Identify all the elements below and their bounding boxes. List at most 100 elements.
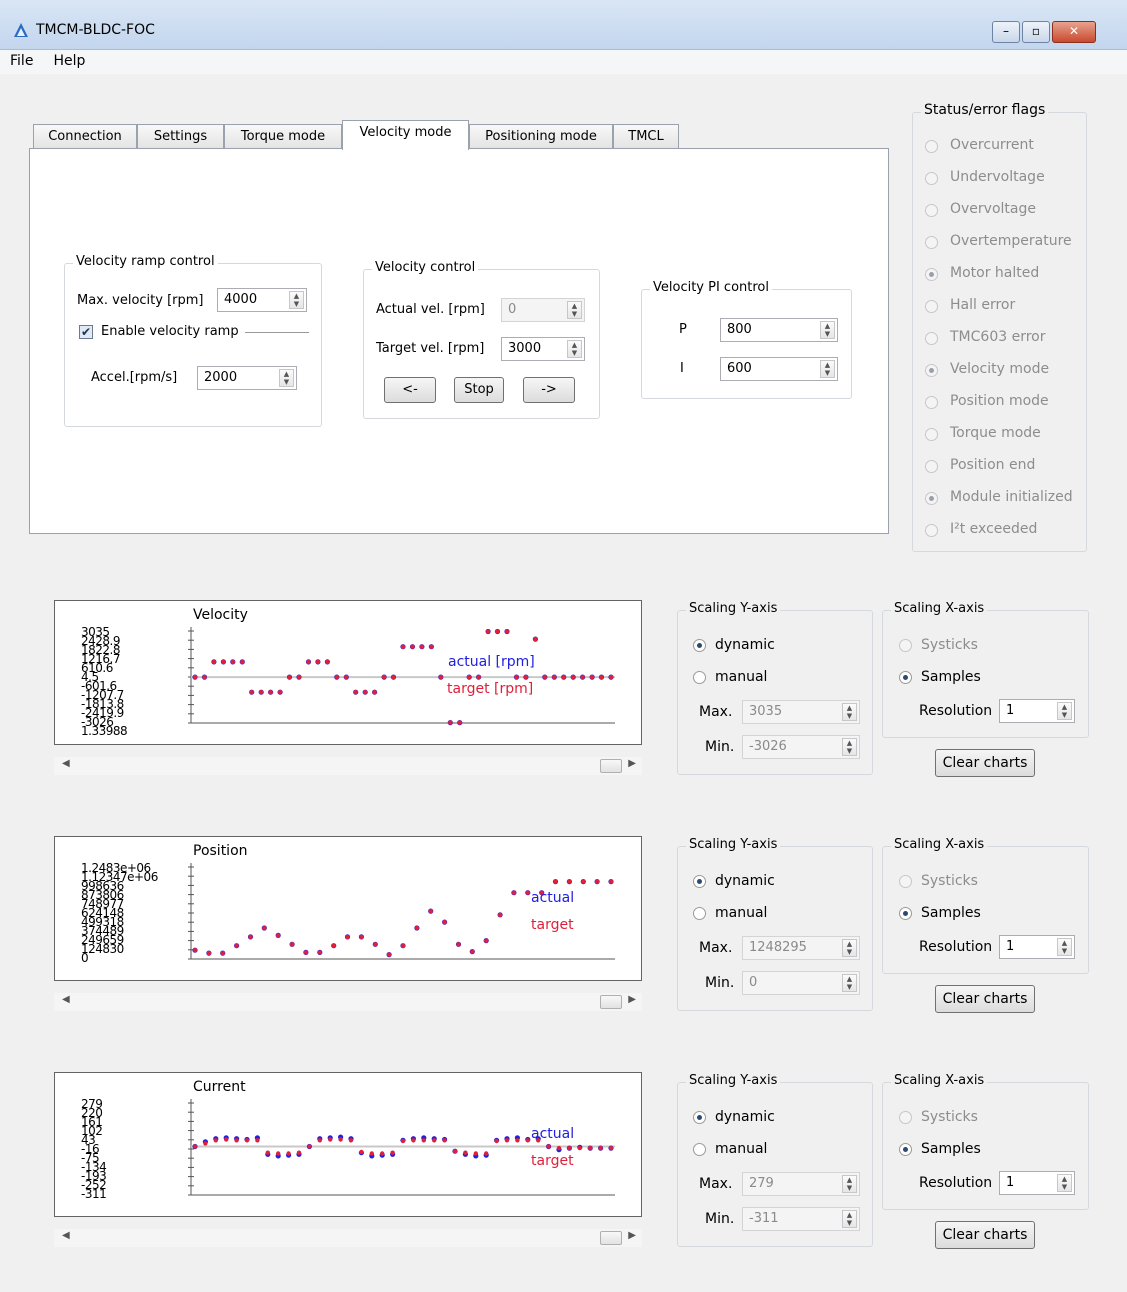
- target-point: [353, 690, 358, 695]
- target-point: [428, 908, 433, 914]
- manual-radio[interactable]: [693, 671, 706, 684]
- menu-file[interactable]: File: [0, 50, 43, 69]
- target-point: [589, 674, 595, 680]
- close-button[interactable]: ✕: [1052, 21, 1096, 43]
- target-vel-label: Target vel. [rpm]: [376, 341, 485, 356]
- scroll-right-icon[interactable]: ▶: [628, 994, 636, 1005]
- spin-arrows-icon[interactable]: ▲ ▼: [279, 369, 294, 387]
- max-velocity-spinbox[interactable]: 4000 ▲ ▼: [217, 288, 307, 312]
- target-point: [206, 950, 212, 956]
- scroll-right-icon[interactable]: ▶: [628, 758, 636, 769]
- min-label: Min.: [705, 975, 735, 991]
- chart-velocity: Velocity 3035 2428.9 1822.8 1216.7 610.6 4.5 -6…: [54, 600, 642, 745]
- clear-charts-button[interactable]: Clear charts: [935, 985, 1035, 1013]
- manual-radio[interactable]: [693, 1143, 706, 1156]
- spin-arrows-icon[interactable]: ▲ ▼: [1057, 938, 1072, 956]
- maximize-button[interactable]: ▫: [1022, 21, 1050, 43]
- target-point: [577, 1145, 582, 1151]
- target-point: [523, 674, 529, 680]
- target-point: [400, 943, 406, 948]
- target-point: [463, 1150, 468, 1155]
- target-point: [525, 890, 530, 895]
- rotate-right-button[interactable]: ->: [523, 377, 575, 403]
- minimize-button[interactable]: –: [992, 21, 1020, 43]
- resolution-label: Resolution: [919, 939, 993, 955]
- menu-help[interactable]: Help: [43, 50, 95, 69]
- target-point: [511, 890, 517, 895]
- status-flag-label: Torque mode: [950, 425, 1041, 441]
- target-point: [421, 1138, 426, 1143]
- target-point: [306, 659, 311, 665]
- dynamic-radio[interactable]: [693, 639, 706, 652]
- manual-label: manual: [715, 905, 768, 921]
- target-point: [268, 690, 273, 695]
- scroll-left-icon[interactable]: ◀: [62, 1230, 70, 1241]
- target-point: [359, 934, 364, 940]
- spin-arrows-icon[interactable]: ▲ ▼: [1057, 1174, 1072, 1192]
- target-point: [556, 1145, 562, 1151]
- spin-arrows-icon[interactable]: ▲ ▼: [567, 340, 582, 358]
- spin-arrows-icon[interactable]: ▲ ▼: [820, 321, 835, 339]
- actual-vel-label: Actual vel. [rpm]: [376, 302, 485, 317]
- tab-tmcl[interactable]: TMCL: [613, 124, 679, 149]
- clear-charts-button[interactable]: Clear charts: [935, 1221, 1035, 1249]
- scroll-right-icon[interactable]: ▶: [628, 1230, 636, 1241]
- resolution-spinbox[interactable]: 1 ▲ ▼: [999, 935, 1075, 959]
- target-point: [567, 879, 572, 884]
- dynamic-radio[interactable]: [693, 875, 706, 888]
- resolution-spinbox[interactable]: 1 ▲ ▼: [999, 699, 1075, 723]
- samples-radio[interactable]: [899, 671, 912, 684]
- target-point: [608, 1145, 614, 1151]
- max-velocity-label: Max. velocity [rpm]: [77, 293, 204, 308]
- target-point: [192, 674, 198, 680]
- chart-scrollbar[interactable]: ◀ ▶: [54, 1229, 642, 1247]
- resolution-spinbox[interactable]: 1 ▲ ▼: [999, 1171, 1075, 1195]
- accel-spinbox[interactable]: 2000 ▲ ▼: [197, 366, 297, 390]
- chart-scrollbar[interactable]: ◀ ▶: [54, 757, 642, 775]
- target-point: [344, 674, 349, 680]
- scaling-x-group: Scaling X-axis Systicks Samples Resolution 1…: [882, 601, 1089, 738]
- target-point: [542, 674, 547, 680]
- p-spinbox[interactable]: 800 ▲ ▼: [720, 318, 838, 342]
- chart-scrollbar[interactable]: ◀ ▶: [54, 993, 642, 1011]
- tab-settings[interactable]: Settings: [137, 124, 224, 149]
- y-max-spinbox: 3035 ▲ ▼: [742, 700, 860, 724]
- status-flag-label: Module initialized: [950, 489, 1073, 505]
- clear-charts-button[interactable]: Clear charts: [935, 749, 1035, 777]
- spin-arrows-icon[interactable]: ▲ ▼: [289, 291, 304, 309]
- i-spinbox[interactable]: 600 ▲ ▼: [720, 357, 838, 381]
- rotate-left-button[interactable]: <-: [384, 377, 436, 403]
- status-flag-label: Hall error: [950, 297, 1016, 313]
- status-flag-label: Overtemperature: [950, 233, 1072, 249]
- samples-radio[interactable]: [899, 1143, 912, 1156]
- scroll-thumb[interactable]: [600, 759, 622, 773]
- spin-arrows-icon[interactable]: ▲ ▼: [1057, 702, 1072, 720]
- scroll-thumb[interactable]: [600, 1231, 622, 1245]
- resolution-value: 1: [1006, 703, 1015, 718]
- minimize-icon: –: [1003, 24, 1009, 38]
- scaling-y-group: Scaling Y-axis dynamic manual Max. 1248295 ▲ ▼…: [677, 837, 873, 1011]
- tab-velocity-mode[interactable]: Velocity mode: [342, 120, 469, 150]
- target-vel-spinbox[interactable]: 3000 ▲ ▼: [501, 337, 585, 361]
- manual-radio[interactable]: [693, 907, 706, 920]
- tab-connection[interactable]: Connection: [33, 124, 137, 149]
- enable-ramp-checkbox[interactable]: ✔: [79, 325, 93, 339]
- scroll-left-icon[interactable]: ◀: [62, 758, 70, 769]
- status-flag-label: I²t exceeded: [950, 521, 1038, 537]
- tab-positioning-mode[interactable]: Positioning mode: [469, 124, 613, 149]
- scroll-left-icon[interactable]: ◀: [62, 994, 70, 1005]
- status-flag-radio: [925, 204, 938, 217]
- stop-button[interactable]: Stop: [454, 377, 504, 403]
- scroll-thumb[interactable]: [600, 995, 622, 1009]
- status-flag-label: TMC603 error: [950, 329, 1046, 345]
- target-point: [203, 1141, 208, 1146]
- scaling-x-group: Scaling X-axis Systicks Samples Resolution 1…: [882, 1073, 1089, 1210]
- accel-value: 2000: [204, 370, 238, 385]
- tab-torque-mode[interactable]: Torque mode: [224, 124, 342, 149]
- i-value: 600: [727, 361, 752, 376]
- samples-radio[interactable]: [899, 907, 912, 920]
- separator-line: [245, 332, 309, 333]
- target-point: [262, 925, 267, 931]
- spin-arrows-icon[interactable]: ▲ ▼: [820, 360, 835, 378]
- dynamic-radio[interactable]: [693, 1111, 706, 1124]
